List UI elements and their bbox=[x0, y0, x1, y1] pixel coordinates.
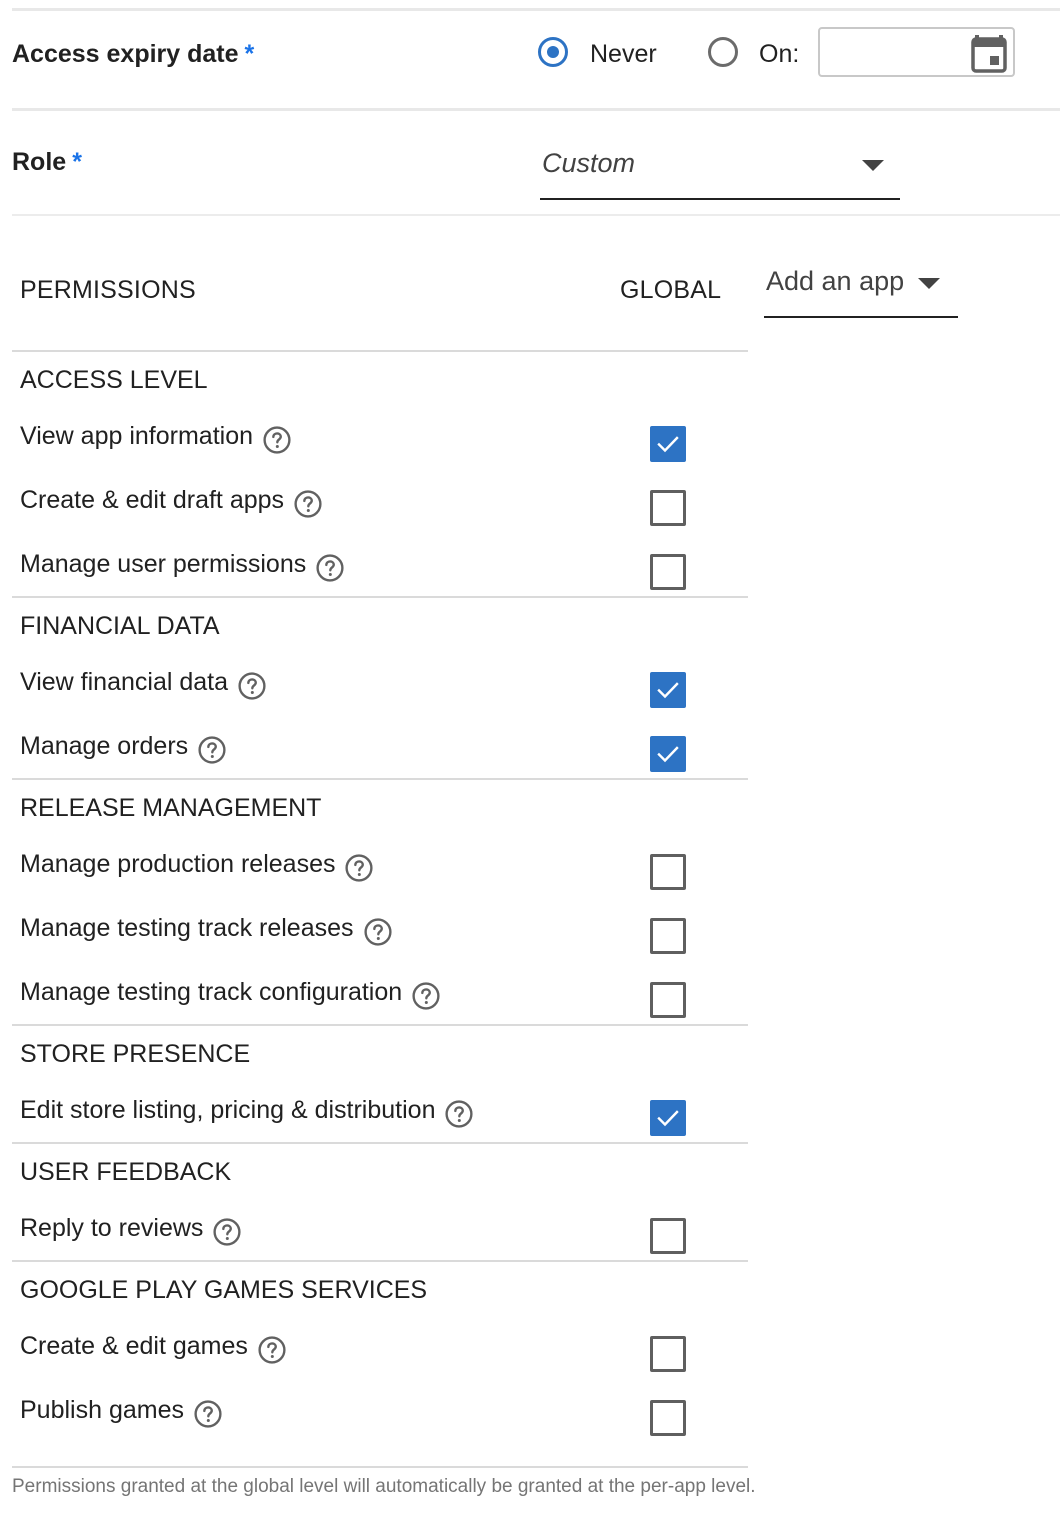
global-permission-checkbox[interactable] bbox=[650, 736, 686, 772]
permission-row: Manage user permissions bbox=[0, 540, 748, 596]
section-divider bbox=[12, 1260, 748, 1262]
footnote: Permissions granted at the global level … bbox=[12, 1476, 756, 1497]
radio-never[interactable] bbox=[538, 37, 568, 67]
section-heading: GOOGLE PLAY GAMES SERVICES bbox=[20, 1276, 428, 1304]
permission-label: Manage orders bbox=[20, 732, 226, 764]
global-permission-checkbox[interactable] bbox=[650, 426, 686, 462]
help-icon[interactable] bbox=[316, 553, 344, 582]
permission-row: View app information bbox=[0, 412, 748, 468]
permission-label: View app information bbox=[20, 422, 291, 454]
radio-on-date[interactable] bbox=[708, 37, 738, 67]
add-app-label: Add an app bbox=[766, 266, 905, 296]
permission-label-text: Create & edit games bbox=[20, 1332, 248, 1360]
section-heading: ACCESS LEVEL bbox=[20, 366, 208, 394]
section-heading: USER FEEDBACK bbox=[20, 1158, 232, 1186]
permission-label: Create & edit draft apps bbox=[20, 486, 322, 518]
global-permission-checkbox[interactable] bbox=[650, 1218, 686, 1254]
permission-label-text: View app information bbox=[20, 422, 254, 450]
help-icon[interactable] bbox=[238, 671, 266, 700]
global-permission-checkbox[interactable] bbox=[650, 982, 686, 1018]
access-expiry-label: Access expiry date * bbox=[12, 40, 254, 69]
help-icon[interactable] bbox=[198, 735, 226, 764]
permission-label-text: Create & edit draft apps bbox=[20, 486, 285, 514]
required-asterisk: * bbox=[72, 148, 82, 176]
section-heading: FINANCIAL DATA bbox=[20, 612, 220, 640]
permission-row: View financial data bbox=[0, 658, 748, 714]
access-expiry-label-text: Access expiry date bbox=[12, 40, 239, 68]
help-icon[interactable] bbox=[445, 1099, 474, 1128]
permission-label: Create & edit games bbox=[20, 1332, 286, 1364]
top-divider bbox=[12, 8, 1060, 11]
permission-row: Create & edit draft apps bbox=[0, 476, 748, 532]
section-divider bbox=[12, 1024, 748, 1026]
help-icon[interactable] bbox=[263, 425, 291, 454]
permission-row: Publish games bbox=[0, 1386, 748, 1442]
permission-label-text: Reply to reviews bbox=[20, 1214, 204, 1242]
permission-row: Manage orders bbox=[0, 722, 748, 778]
section-heading: RELEASE MANAGEMENT bbox=[20, 794, 322, 822]
global-permission-checkbox[interactable] bbox=[650, 1100, 686, 1136]
permission-label: Reply to reviews bbox=[20, 1214, 241, 1246]
global-permission-checkbox[interactable] bbox=[650, 854, 686, 890]
permission-label-text: Edit store listing, pricing & distributi… bbox=[20, 1096, 436, 1124]
help-icon[interactable] bbox=[412, 981, 440, 1010]
permission-label-text: Manage production releases bbox=[20, 850, 336, 878]
help-icon[interactable] bbox=[294, 489, 322, 518]
role-label-text: Role bbox=[12, 148, 67, 176]
global-permission-checkbox[interactable] bbox=[650, 1336, 686, 1372]
required-asterisk: * bbox=[244, 40, 255, 68]
permission-row: Manage testing track releases bbox=[0, 904, 748, 960]
role-select[interactable]: Custom bbox=[540, 140, 900, 200]
permission-label-text: Manage testing track configuration bbox=[20, 978, 403, 1006]
permission-row: Reply to reviews bbox=[0, 1204, 748, 1260]
global-permission-checkbox[interactable] bbox=[650, 554, 686, 590]
permission-label: Edit store listing, pricing & distributi… bbox=[20, 1096, 474, 1128]
permission-label-text: Manage user permissions bbox=[20, 550, 307, 578]
permission-label: Manage production releases bbox=[20, 850, 374, 882]
global-permission-checkbox[interactable] bbox=[650, 490, 686, 526]
help-icon[interactable] bbox=[213, 1217, 241, 1246]
section-heading: STORE PRESENCE bbox=[20, 1040, 251, 1068]
role-label: Role * bbox=[12, 148, 82, 177]
permission-label: Manage testing track configuration bbox=[20, 978, 440, 1010]
role-divider bbox=[12, 214, 1060, 216]
global-permission-checkbox[interactable] bbox=[650, 918, 686, 954]
global-permission-checkbox[interactable] bbox=[650, 672, 686, 708]
chevron-down-icon bbox=[918, 278, 940, 289]
permission-label-text: Publish games bbox=[20, 1396, 184, 1424]
add-app-select[interactable]: Add an app bbox=[764, 262, 958, 318]
permission-row: Manage production releases bbox=[0, 840, 748, 896]
help-icon[interactable] bbox=[345, 853, 374, 882]
permission-label-text: Manage orders bbox=[20, 732, 189, 760]
permission-row: Manage testing track configuration bbox=[0, 968, 748, 1024]
permissions-table-bottom-divider bbox=[12, 1466, 748, 1468]
global-permission-checkbox[interactable] bbox=[650, 1400, 686, 1436]
permission-row: Create & edit games bbox=[0, 1322, 748, 1378]
permission-label-text: View financial data bbox=[20, 668, 229, 696]
expiry-divider bbox=[12, 108, 1060, 111]
permission-row: Edit store listing, pricing & distributi… bbox=[0, 1086, 748, 1142]
permissions-table-top-divider bbox=[12, 350, 748, 352]
radio-never-label[interactable]: Never bbox=[590, 40, 657, 69]
help-icon[interactable] bbox=[194, 1399, 222, 1428]
permission-label: Manage testing track releases bbox=[20, 914, 392, 946]
radio-on-date-label[interactable]: On: bbox=[759, 40, 799, 69]
permission-label: Publish games bbox=[20, 1396, 222, 1428]
help-icon[interactable] bbox=[258, 1335, 286, 1364]
permissions-header: PERMISSIONS bbox=[20, 276, 196, 304]
permission-label: View financial data bbox=[20, 668, 266, 700]
section-divider bbox=[12, 778, 748, 780]
calendar-icon[interactable] bbox=[971, 33, 1007, 73]
permission-label-text: Manage testing track releases bbox=[20, 914, 354, 942]
section-divider bbox=[12, 596, 748, 598]
global-column-header: GLOBAL bbox=[620, 276, 722, 304]
role-select-value: Custom bbox=[542, 148, 636, 178]
expiry-date-input[interactable] bbox=[818, 27, 1015, 77]
chevron-down-icon bbox=[862, 160, 884, 171]
permission-label: Manage user permissions bbox=[20, 550, 344, 582]
help-icon[interactable] bbox=[363, 917, 392, 946]
section-divider bbox=[12, 1142, 748, 1144]
